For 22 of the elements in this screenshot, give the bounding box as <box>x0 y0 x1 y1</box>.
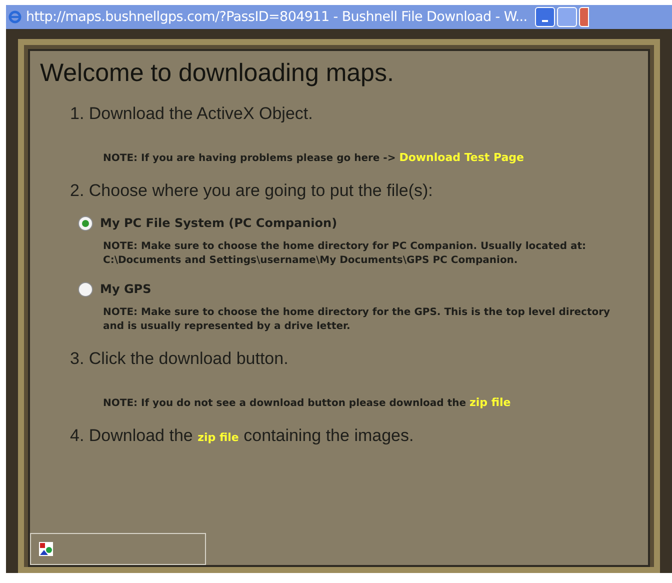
download-link[interactable]: Download Test Page <box>399 151 524 164</box>
minimize-button[interactable] <box>535 7 556 27</box>
close-button[interactable] <box>579 7 590 27</box>
note-text: NOTE: Make sure to choose the home directory for PC Companion. Usually located at: C:\Documents and Settings\username\My Documents\GPS PC Companion. <box>103 240 588 268</box>
note-text: NOTE: If you do not see a download button please download the zip file <box>103 396 512 411</box>
note-text: NOTE: Make sure to choose the home directory for the GPS. This is the top level directory and is usually represented by a drive letter. <box>103 306 612 334</box>
radio-label: My GPS <box>100 281 152 298</box>
download-link[interactable]: zip file <box>469 396 511 409</box>
step-text: 3. Click the download button. <box>70 348 290 370</box>
step-text: 2. Choose where you are going to put the file(s): <box>70 180 434 202</box>
radio-label: My PC File System (PC Companion) <box>100 215 338 232</box>
step-text: 4. Download the zip file containing the images. <box>70 425 415 447</box>
maximize-button[interactable] <box>557 7 578 27</box>
radio-button[interactable] <box>78 216 93 230</box>
window-title: http://maps.bushnellgps.com/?PassID=804911 - Bushnell File Download - W... <box>26 8 528 27</box>
note-text: NOTE: If you are having problems please go here -> Download Test Page <box>103 151 526 166</box>
broken-image-icon <box>39 542 53 556</box>
page-heading: Welcome to downloading maps. <box>40 58 395 89</box>
zip-file-link[interactable]: zip file <box>198 431 239 444</box>
step-text: 1. Download the ActiveX Object. <box>70 103 314 125</box>
browser-icon <box>8 10 22 24</box>
radio-button[interactable] <box>78 282 93 296</box>
